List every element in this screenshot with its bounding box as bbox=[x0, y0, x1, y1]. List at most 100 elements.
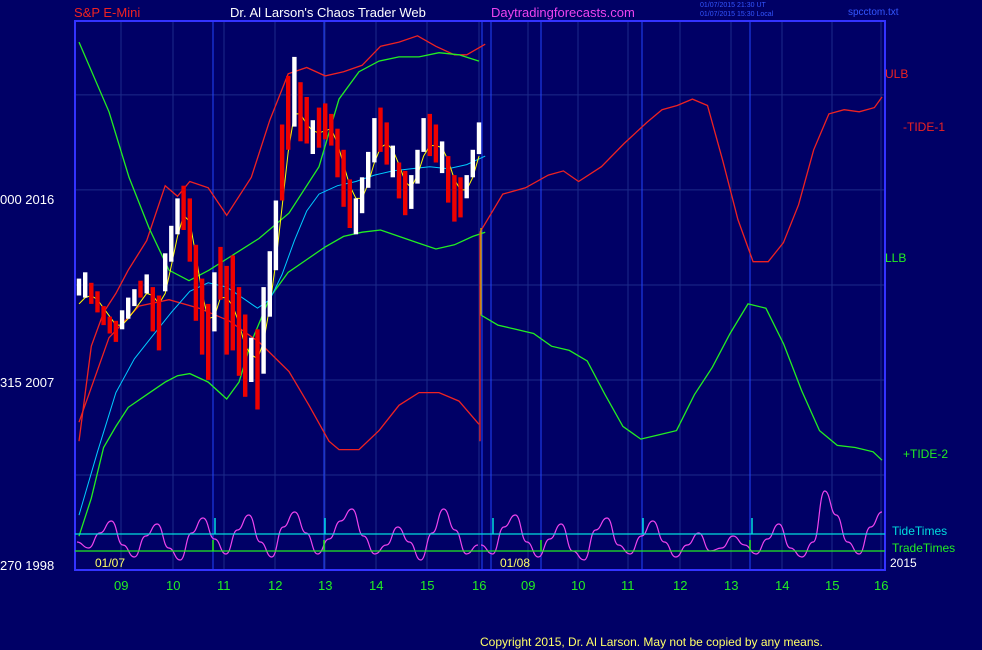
price-bar-7 bbox=[119, 310, 125, 330]
price-bar-0 bbox=[76, 278, 82, 296]
year-label: 2015 bbox=[890, 556, 917, 570]
price-bar-8 bbox=[126, 297, 131, 319]
price-bar-29 bbox=[255, 329, 260, 410]
price-bar-58 bbox=[433, 124, 439, 163]
price-bar-61 bbox=[452, 175, 457, 222]
price-bar-44 bbox=[347, 179, 352, 228]
instrument-label: S&P E-Mini bbox=[74, 5, 140, 20]
x-tick-label-8: 09 bbox=[521, 578, 535, 593]
price-bar-37 bbox=[304, 97, 309, 144]
file-name: spcctom.txt bbox=[848, 7, 899, 18]
price-bar-16 bbox=[175, 198, 180, 235]
site-url[interactable]: Daytradingforecasts.com bbox=[491, 5, 635, 20]
price-bar-34 bbox=[286, 75, 291, 150]
price-bar-10 bbox=[138, 280, 143, 298]
y-label-2016: 000 2016 bbox=[0, 192, 54, 207]
tide-minus-1-label: -TIDE-1 bbox=[903, 120, 945, 134]
price-bar-22 bbox=[212, 272, 217, 332]
x-tick-label-1: 10 bbox=[166, 578, 180, 593]
ulb-label: ULB bbox=[885, 67, 908, 81]
price-bar-25 bbox=[230, 255, 235, 351]
llb-label: LLB bbox=[885, 251, 906, 265]
price-bar-35 bbox=[292, 56, 297, 127]
price-bar-26 bbox=[236, 287, 242, 376]
x-tick-label-2: 11 bbox=[217, 578, 231, 593]
price-bar-50 bbox=[384, 122, 389, 165]
price-bar-20 bbox=[199, 278, 205, 355]
tide-times-label: TideTimes bbox=[892, 524, 947, 538]
x-tick-label-10: 11 bbox=[621, 578, 635, 593]
x-tick-label-14: 15 bbox=[825, 578, 839, 593]
price-bar-24 bbox=[224, 265, 229, 355]
price-bar-40 bbox=[323, 103, 328, 140]
price-bar-9 bbox=[132, 289, 137, 307]
price-bar-57 bbox=[427, 113, 432, 157]
price-bar-60 bbox=[446, 156, 451, 203]
price-bar-32 bbox=[273, 200, 279, 271]
price-bar-19 bbox=[193, 244, 199, 321]
price-bar-36 bbox=[298, 82, 303, 142]
price-bar-55 bbox=[415, 149, 420, 184]
price-bar-46 bbox=[359, 177, 365, 214]
x-tick-label-9: 10 bbox=[571, 578, 585, 593]
price-bar-53 bbox=[403, 170, 408, 216]
stamp-local: 01/07/2015 15:30 Local bbox=[700, 11, 774, 18]
price-bar-27 bbox=[243, 314, 248, 397]
price-bar-18 bbox=[187, 198, 192, 262]
price-bar-11 bbox=[144, 274, 149, 294]
date-label-0108: 01/08 bbox=[500, 556, 530, 570]
trade-times-label: TradeTimes bbox=[892, 541, 955, 555]
price-bar-13 bbox=[156, 295, 162, 351]
price-bar-41 bbox=[329, 113, 334, 146]
price-bar-4 bbox=[101, 306, 106, 326]
x-tick-label-11: 12 bbox=[673, 578, 687, 593]
x-tick-label-3: 12 bbox=[268, 578, 282, 593]
x-tick-label-0: 09 bbox=[114, 578, 128, 593]
price-bar-65 bbox=[476, 122, 482, 155]
price-bar-62 bbox=[458, 177, 463, 218]
price-bar-43 bbox=[341, 149, 346, 207]
tide-plus-2-label: +TIDE-2 bbox=[903, 447, 948, 461]
price-bar-47 bbox=[366, 151, 371, 188]
chart-canvas: S&P E-Mini Dr. Al Larson's Chaos Trader … bbox=[0, 0, 982, 650]
price-bar-28 bbox=[249, 337, 254, 382]
stamp-utc: 01/07/2015 21:30 UT bbox=[700, 2, 766, 9]
price-bar-63 bbox=[464, 175, 469, 199]
site-title: Dr. Al Larson's Chaos Trader Web bbox=[230, 5, 426, 20]
x-tick-label-13: 14 bbox=[775, 578, 789, 593]
price-bar-42 bbox=[335, 128, 340, 178]
price-bar-31 bbox=[267, 251, 272, 317]
y-label-1998: 270 1998 bbox=[0, 558, 54, 573]
price-bar-6 bbox=[113, 320, 119, 342]
date-label-0107: 01/07 bbox=[95, 556, 125, 570]
price-bar-52 bbox=[396, 162, 402, 199]
price-bar-45 bbox=[353, 198, 359, 235]
price-bar-39 bbox=[316, 107, 322, 148]
price-bar-21 bbox=[206, 303, 211, 380]
price-bar-49 bbox=[378, 107, 383, 152]
price-bar-17 bbox=[181, 185, 186, 230]
x-tick-label-12: 13 bbox=[724, 578, 738, 593]
price-bar-54 bbox=[409, 175, 414, 209]
price-bar-33 bbox=[279, 124, 285, 201]
price-bar-15 bbox=[169, 225, 174, 262]
price-bar-64 bbox=[470, 149, 475, 178]
price-bar-48 bbox=[372, 118, 377, 163]
x-tick-label-6: 15 bbox=[420, 578, 434, 593]
price-bar-51 bbox=[390, 145, 395, 178]
price-bar-23 bbox=[218, 246, 223, 300]
price-bar-1 bbox=[83, 272, 88, 298]
price-bar-5 bbox=[107, 316, 112, 334]
price-bar-30 bbox=[261, 287, 266, 374]
y-label-2007: 315 2007 bbox=[0, 375, 54, 390]
price-bar-56 bbox=[421, 118, 426, 152]
price-bar-3 bbox=[95, 291, 100, 313]
price-bar-12 bbox=[150, 287, 155, 332]
price-bar-14 bbox=[163, 253, 168, 292]
price-bar-2 bbox=[89, 282, 94, 304]
x-tick-label-4: 13 bbox=[318, 578, 332, 593]
x-tick-label-7: 16 bbox=[472, 578, 486, 593]
x-tick-label-15: 16 bbox=[874, 578, 888, 593]
x-tick-label-5: 14 bbox=[369, 578, 383, 593]
price-bar-59 bbox=[439, 141, 445, 174]
